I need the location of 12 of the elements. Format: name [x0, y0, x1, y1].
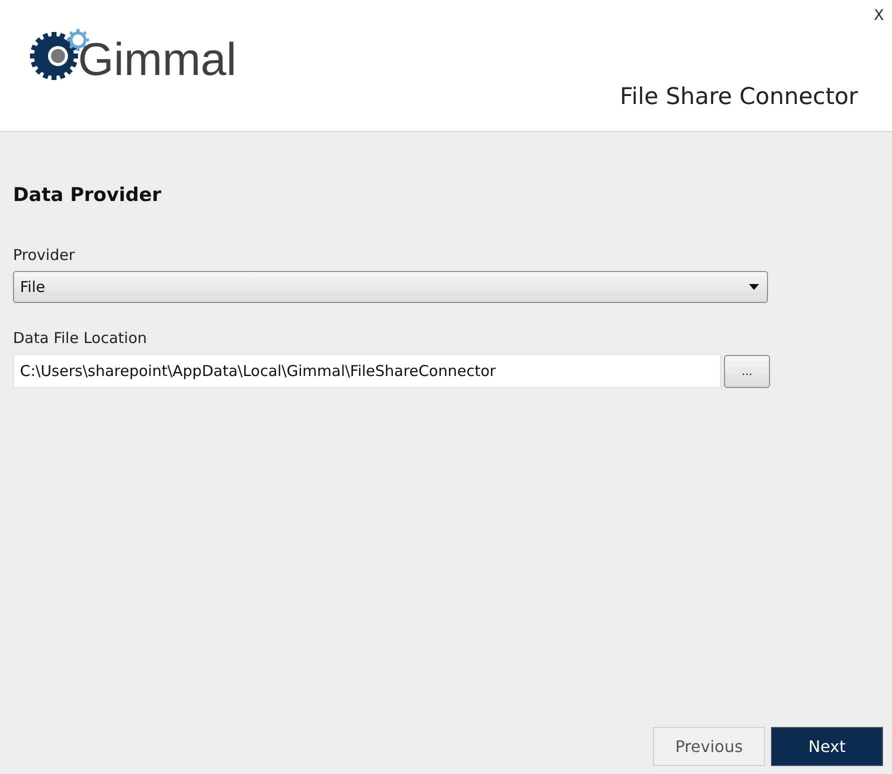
dropdown-arrow-icon — [749, 284, 759, 290]
provider-dropdown[interactable]: File — [13, 271, 768, 303]
path-field[interactable]: C:\Users\sharepoint\AppData\Local\Gimmal\FileShareConnector — [13, 354, 721, 388]
section-heading: Data Provider — [13, 184, 162, 206]
logo-text: Gimmal — [78, 36, 236, 82]
field-label: Data File Location — [13, 329, 148, 347]
browse-button[interactable]: ... — [724, 354, 770, 388]
previous-button[interactable]: Previous — [653, 727, 765, 766]
field-label: Provider — [13, 246, 76, 264]
app-title: File Share Connector — [620, 84, 858, 110]
close-button[interactable]: X — [874, 6, 884, 24]
next-button[interactable]: Next — [771, 727, 883, 766]
